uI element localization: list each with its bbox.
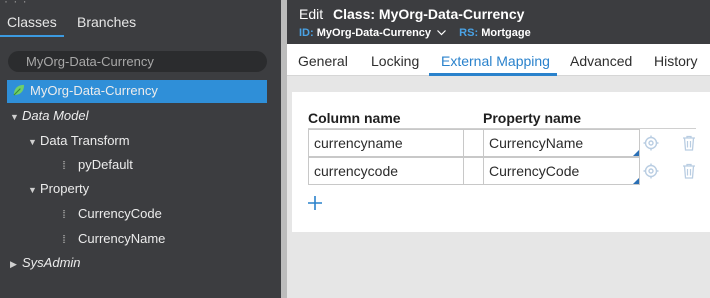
property-name-field[interactable] [483,129,640,157]
column-name-field[interactable] [308,129,464,157]
chevron-right-icon[interactable]: ▶ [10,253,22,275]
tree-item-label: Data Transform [40,133,130,148]
tree-item-label: Data Model [22,108,89,123]
tree-item-label: MyOrg-Data-Currency [30,83,158,98]
rs-label: RS: [459,27,479,39]
class-explorer: · · · Classes Branches MyOrg-Data-Curren… [0,0,281,298]
column-name-header: Column name [308,110,401,126]
tab-advanced[interactable]: Advanced [570,53,632,69]
tab-locking[interactable]: Locking [371,53,419,69]
chevron-down-icon[interactable]: ▼ [28,179,40,201]
settings-icon[interactable] [642,134,660,152]
cell-spacer [464,157,483,185]
tree-item-label: Property [40,181,90,196]
page-title: Class: MyOrg-Data-Currency [333,6,525,22]
tree-item-pydefault[interactable]: ⁞⁞ pyDefault [62,154,133,176]
settings-icon[interactable] [642,162,660,180]
add-icon[interactable] [306,194,324,212]
drag-handle-icon[interactable]: ⁞⁞ [62,204,78,226]
editor-background [287,232,710,298]
trash-icon[interactable] [680,162,698,180]
tab-branches[interactable]: Branches [77,14,136,30]
editor-header: Edit Class: MyOrg-Data-Currency ID: MyOr… [287,0,710,44]
tree-item-label: CurrencyName [78,231,166,246]
tree-item-property[interactable]: ▼ Property [28,178,89,200]
autocomplete-corner-icon [633,150,639,156]
id-label: ID: [299,27,314,39]
active-tab-indicator [429,73,557,76]
active-tab-indicator [0,35,64,37]
external-mapping-panel: Column name Property name [292,92,710,232]
tree-item-data-model[interactable]: ▼ Data Model [10,105,88,127]
tab-classes[interactable]: Classes [7,14,57,30]
edit-label: Edit [299,6,324,22]
leaf-icon [13,84,25,96]
cell-spacer [464,129,483,157]
tree-item-root-class[interactable]: MyOrg-Data-Currency [12,80,158,102]
tree-item-label: CurrencyCode [78,206,162,221]
class-editor: Edit Class: MyOrg-Data-Currency ID: MyOr… [287,0,710,298]
tab-history[interactable]: History [654,53,698,69]
column-name-field[interactable] [308,157,464,185]
class-search-input[interactable] [8,51,267,72]
tree-item-sysadmin[interactable]: ▶ SysAdmin [10,252,81,274]
property-name-field[interactable] [483,157,640,185]
drag-handle-icon[interactable]: ⁞⁞ [62,229,78,251]
id-value[interactable]: MyOrg-Data-Currency [317,27,431,39]
rs-value: Mortgage [481,27,531,39]
tree-item-label: pyDefault [78,157,133,172]
tab-external-mapping[interactable]: External Mapping [441,53,550,69]
overflow-dots-icon: · · · [4,0,28,8]
tab-general[interactable]: General [298,53,348,69]
chevron-down-icon[interactable]: ▼ [10,106,22,128]
property-name-header: Property name [483,110,582,126]
tree-item-currencyname[interactable]: ⁞⁞ CurrencyName [62,228,165,250]
tree-item-data-transform[interactable]: ▼ Data Transform [28,130,130,152]
tree-item-currencycode[interactable]: ⁞⁞ CurrencyCode [62,203,162,225]
autocomplete-corner-icon [633,178,639,184]
chevron-down-icon[interactable]: ▼ [28,131,40,153]
header-meta: ID: MyOrg-Data-Currency RS: Mortgage [299,27,531,39]
tree-item-label: SysAdmin [22,255,81,270]
form-tabs: General Locking External Mapping Advance… [287,44,710,76]
explorer-tabs: · · · Classes Branches [0,0,281,38]
drag-handle-icon[interactable]: ⁞⁞ [62,155,78,177]
chevron-down-icon[interactable] [437,27,447,39]
trash-icon[interactable] [680,134,698,152]
